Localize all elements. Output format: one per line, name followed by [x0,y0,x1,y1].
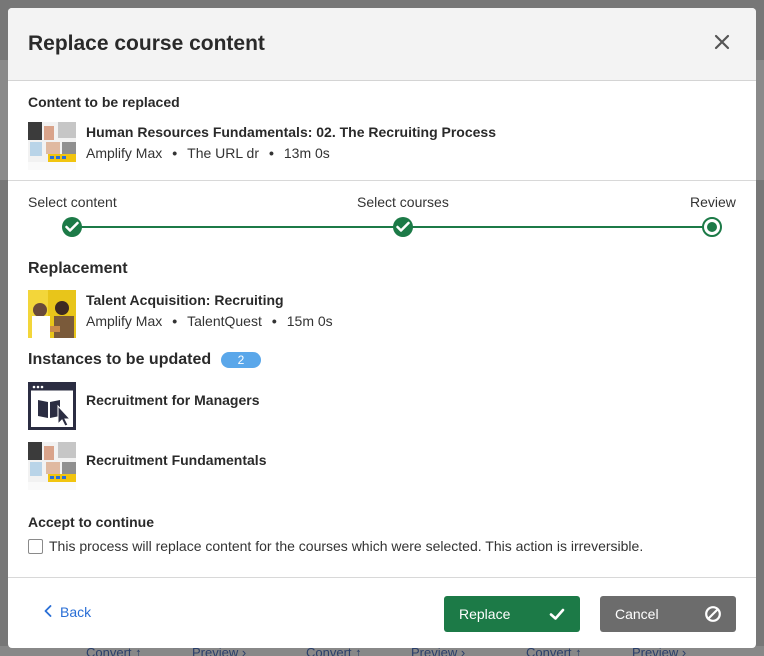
close-button[interactable] [710,30,734,54]
accept-checkbox[interactable] [28,539,43,554]
instances-heading: Instances to be updated [28,351,212,368]
accept-heading: Accept to continue [28,514,155,530]
section-divider [8,180,756,181]
cancel-button[interactable]: Cancel [600,596,736,632]
cancel-icon [705,606,721,622]
step-review-current [702,217,722,237]
chevron-left-icon [44,605,52,617]
original-thumbnail [28,122,76,170]
step-select-content-done [62,217,82,237]
step-label-select-courses: Select courses [357,194,449,210]
backdrop-card-left [0,60,8,180]
original-source: The URL dr [187,145,259,161]
back-label: Back [60,604,92,620]
replacement-provider: Amplify Max [86,313,163,329]
replacement-meta: Amplify Max • TalentQuest • 15m 0s [86,313,333,329]
original-provider: Amplify Max [86,145,163,161]
content-to-replace-label: Content to be replaced [28,94,180,110]
back-button[interactable]: Back [44,604,91,620]
instance-item: Recruitment Fundamentals [28,442,428,490]
check-icon [549,608,565,620]
step-label-review: Review [690,194,736,210]
original-content-item: Human Resources Fundamentals: 02. The Re… [28,122,628,170]
replacement-source: TalentQuest [187,313,262,329]
replacement-thumbnail [28,290,76,338]
replace-button[interactable]: Replace [444,596,580,632]
instances-count-badge: 2 [221,352,261,368]
replacement-duration: 15m 0s [286,313,333,329]
step-select-courses-done [393,217,413,237]
course-builder-icon [28,382,76,430]
course-thumbnail [28,442,76,490]
step-label-select-content: Select content [28,194,117,210]
original-duration: 13m 0s [283,145,330,161]
cancel-label: Cancel [615,606,659,622]
replacement-title: Talent Acquisition: Recruiting [86,292,284,308]
close-icon [714,34,730,50]
footer-divider [8,577,756,578]
instance-item: Recruitment for Managers [28,382,428,430]
check-icon [65,221,79,232]
original-title: Human Resources Fundamentals: 02. The Re… [86,124,497,140]
dialog-header: Replace course content [8,8,756,81]
instance-title: Recruitment Fundamentals [86,452,267,468]
replace-label: Replace [459,606,511,622]
check-icon [396,221,410,232]
replacement-content-item: Talent Acquisition: Recruiting Amplify M… [28,290,528,338]
backdrop-card-right [756,60,764,180]
replace-content-dialog: Replace course content Content to be rep… [8,8,756,648]
dialog-title: Replace course content [28,32,265,55]
original-meta: Amplify Max • The URL dr • 13m 0s [86,145,330,161]
instance-title: Recruitment for Managers [86,392,260,408]
accept-text: This process will replace content for th… [49,538,644,554]
replacement-heading: Replacement [28,260,128,277]
